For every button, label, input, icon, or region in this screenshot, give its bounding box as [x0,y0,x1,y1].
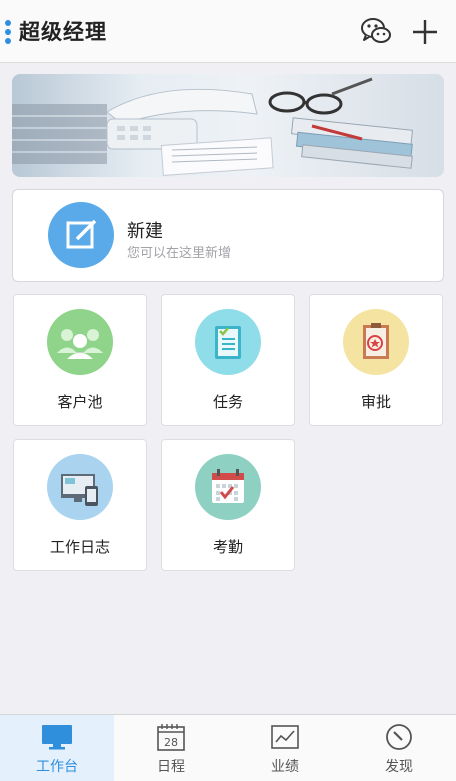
tile-label: 考勤 [212,538,243,556]
tile-tasks[interactable]: 任务 [161,294,295,426]
tile-label: 任务 [212,393,243,411]
tile-label: 审批 [360,393,391,411]
tab-label: 工作台 [36,759,78,775]
tab-schedule[interactable]: 28 日程 [114,715,228,781]
tile-label: 客户池 [57,393,103,411]
tab-label: 业绩 [271,759,299,775]
people-icon [47,309,113,375]
banner-image [12,74,444,177]
tab-label: 发现 [385,759,413,775]
glasses-graphic [268,91,343,115]
tile-label: 工作日志 [49,538,110,556]
chart-icon [271,725,299,749]
menu-icon[interactable] [5,20,11,44]
new-item-subtitle: 您可以在这里新增 [127,246,232,261]
tab-workbench[interactable]: 工作台 [0,715,114,781]
books-graphic [290,77,414,169]
tile-customer-pool[interactable]: 客户池 [13,294,147,426]
monitor-icon [42,725,72,750]
calendar-icon: 28 [157,724,185,751]
tile-approval[interactable]: 审批 [309,294,443,426]
bottom-tab-bar: 工作台 28 日程 业绩 发现 [0,714,456,781]
page-title: 超级经理 [19,20,107,44]
tab-performance[interactable]: 业绩 [228,715,342,781]
stamp-document-icon [343,309,409,375]
tab-label: 日程 [157,759,185,775]
keyboard-graphic [12,104,107,164]
checklist-icon [195,309,261,375]
calendar-check-icon [195,454,261,520]
edit-icon [48,202,114,268]
new-item-card[interactable]: 新建 您可以在这里新增 [12,189,444,282]
new-item-title: 新建 [127,221,163,242]
compass-icon [386,724,412,750]
wechat-icon[interactable] [360,16,392,46]
tile-attendance[interactable]: 考勤 [161,439,295,571]
app-header: 超级经理 [0,0,456,63]
tile-work-log[interactable]: 工作日志 [13,439,147,571]
devices-icon [47,454,113,520]
plus-icon[interactable] [410,17,440,47]
tab-discover[interactable]: 发现 [342,715,456,781]
calendar-day-number: 28 [164,736,178,749]
